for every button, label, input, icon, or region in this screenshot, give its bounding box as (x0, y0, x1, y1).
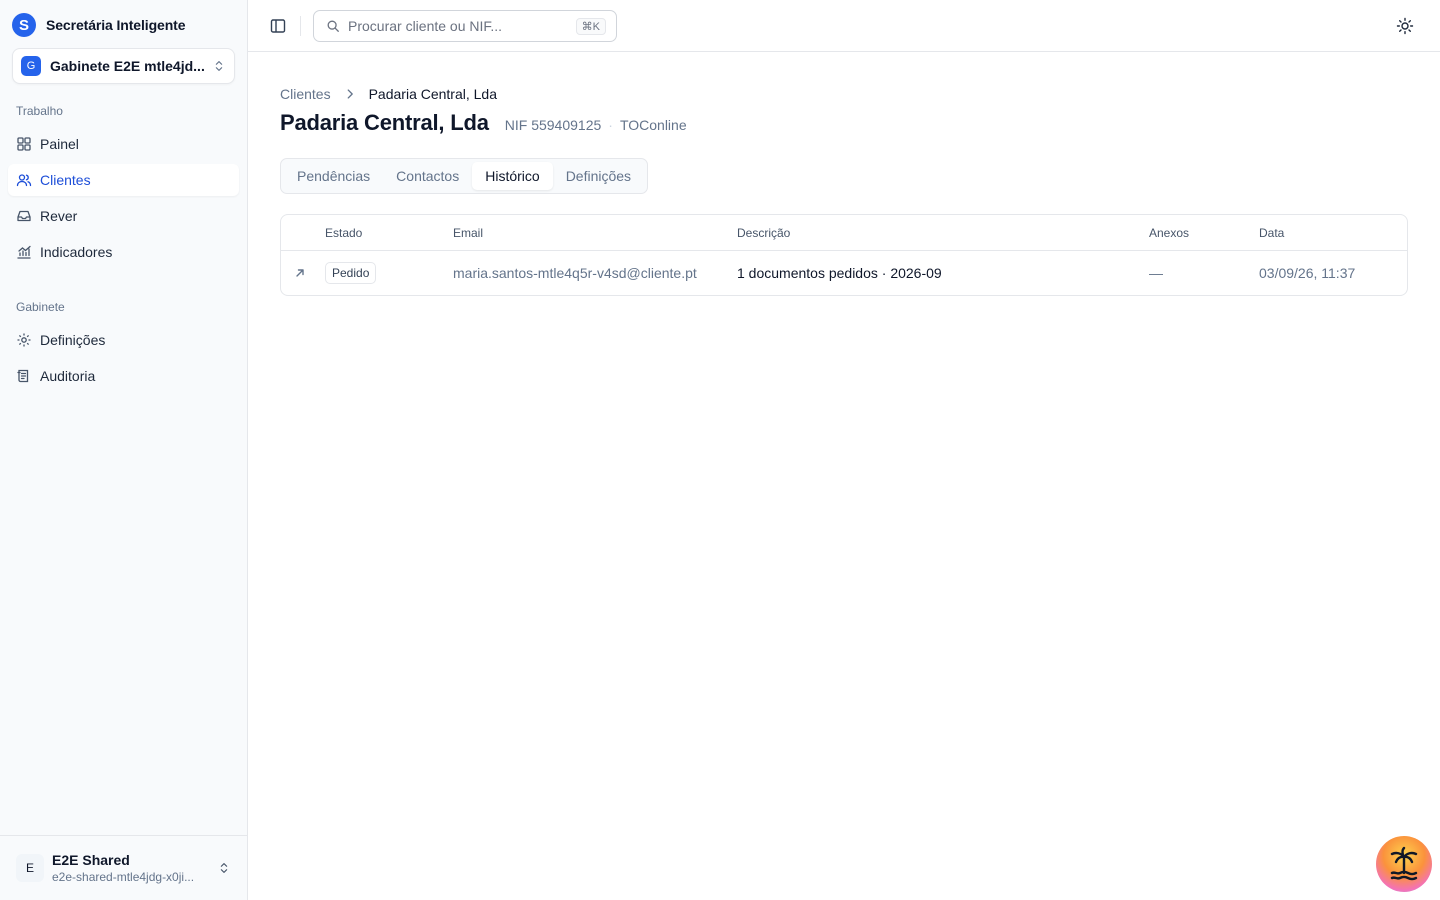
client-provider: TOConline (619, 117, 687, 133)
app-name: Secretária Inteligente (46, 17, 186, 33)
user-name: E2E Shared (52, 852, 130, 868)
chevrons-up-down-icon (215, 61, 223, 71)
section-label-work: Trabalho (16, 104, 63, 118)
sun-icon[interactable] (1396, 17, 1414, 35)
sidebar-item-auditoria[interactable]: Auditoria (8, 360, 239, 392)
sidebar-item-label: Rever (40, 208, 78, 224)
office-badge: G (21, 56, 41, 76)
sidebar-item-label: Painel (40, 136, 79, 152)
client-nif: NIF 559409125 (504, 117, 602, 133)
user-info: E2E Shared e2e-shared-mtle4jdg-x0ji... (52, 852, 217, 884)
log-icon (17, 369, 29, 383)
gear-icon (17, 333, 31, 347)
breadcrumb-current: Padaria Central, Lda (368, 86, 498, 102)
sidebar-item-definicoes[interactable]: Definições (8, 324, 239, 356)
user-email: e2e-shared-mtle4jdg-x0ji... (52, 870, 195, 884)
cell-attachments: — (1149, 265, 1163, 281)
tab-definicoes[interactable]: Definições (553, 162, 644, 190)
shortcut-badge: ⌘K (575, 17, 606, 35)
breadcrumb: Clientes Padaria Central, Lda (280, 86, 497, 102)
brand[interactable]: S Secretária Inteligente (12, 13, 186, 37)
grid-icon (17, 137, 31, 151)
chevrons-up-down-icon (220, 863, 228, 873)
status-badge: Pedido (325, 262, 377, 284)
sidebar-item-label: Definições (40, 332, 106, 348)
topbar-divider (300, 16, 301, 36)
office-name: Gabinete E2E mtle4jd... (50, 58, 205, 74)
tab-pendencias[interactable]: Pendências (284, 162, 383, 190)
office-switcher[interactable]: G Gabinete E2E mtle4jd... (12, 48, 235, 84)
cell-date: 03/09/26, 11:37 (1259, 265, 1356, 281)
user-menu[interactable]: E E2E Shared e2e-shared-mtle4jdg-x0ji... (0, 835, 247, 900)
arrow-up-right-icon (296, 269, 304, 277)
column-header-email: Email (453, 226, 484, 240)
chart-icon (17, 245, 31, 259)
breadcrumb-clientes[interactable]: Clientes (280, 86, 331, 102)
cell-description: 1 documentos pedidos · 2026-09 (737, 265, 942, 281)
search-icon (327, 20, 339, 32)
sidebar-item-rever[interactable]: Rever (8, 200, 239, 232)
sidebar: S Secretária Inteligente G Gabinete E2E … (0, 0, 248, 900)
avatar: E (16, 854, 44, 882)
column-header-status: Estado (325, 226, 363, 240)
history-table: Estado Email Descrição Anexos Data Pedid… (280, 214, 1408, 296)
search-box[interactable]: ⌘K (313, 10, 617, 42)
meta-separator: · (608, 117, 613, 133)
cell-email: maria.santos-mtle4q5r-v4sd@cliente.pt (453, 265, 697, 281)
topbar: ⌘K (248, 0, 1440, 52)
sidebar-toggle-icon[interactable] (268, 16, 288, 36)
table-row[interactable]: Pedido maria.santos-mtle4q5r-v4sd@client… (281, 251, 1407, 295)
sidebar-item-label: Indicadores (40, 244, 113, 260)
chevron-right-icon (347, 89, 353, 99)
column-header-description: Descrição (737, 226, 791, 240)
brand-logo: S (12, 13, 36, 37)
tab-contactos[interactable]: Contactos (383, 162, 472, 190)
section-label-office: Gabinete (16, 300, 65, 314)
sidebar-item-label: Auditoria (40, 368, 96, 384)
title-row: Padaria Central, Lda NIF 559409125 · TOC… (280, 110, 687, 136)
inbox-icon (17, 210, 31, 222)
sidebar-item-indicadores[interactable]: Indicadores (8, 236, 239, 268)
page-title: Padaria Central, Lda (280, 110, 489, 135)
sidebar-item-painel[interactable]: Painel (8, 128, 239, 160)
search-input[interactable] (348, 18, 576, 34)
column-header-date: Data (1259, 226, 1285, 240)
sidebar-item-label: Clientes (40, 172, 91, 188)
tab-historico[interactable]: Histórico (472, 162, 553, 190)
client-meta: NIF 559409125 · TOConline (505, 117, 687, 133)
users-icon (16, 174, 32, 187)
palm-tree-icon (1390, 846, 1418, 881)
tabs: Pendências Contactos Histórico Definiçõe… (280, 158, 649, 194)
table-header: Estado Email Descrição Anexos Data (281, 215, 1407, 251)
sidebar-item-clientes[interactable]: Clientes (8, 164, 239, 196)
assistant-launcher-button[interactable] (1376, 836, 1432, 892)
column-header-attachments: Anexos (1149, 226, 1190, 240)
